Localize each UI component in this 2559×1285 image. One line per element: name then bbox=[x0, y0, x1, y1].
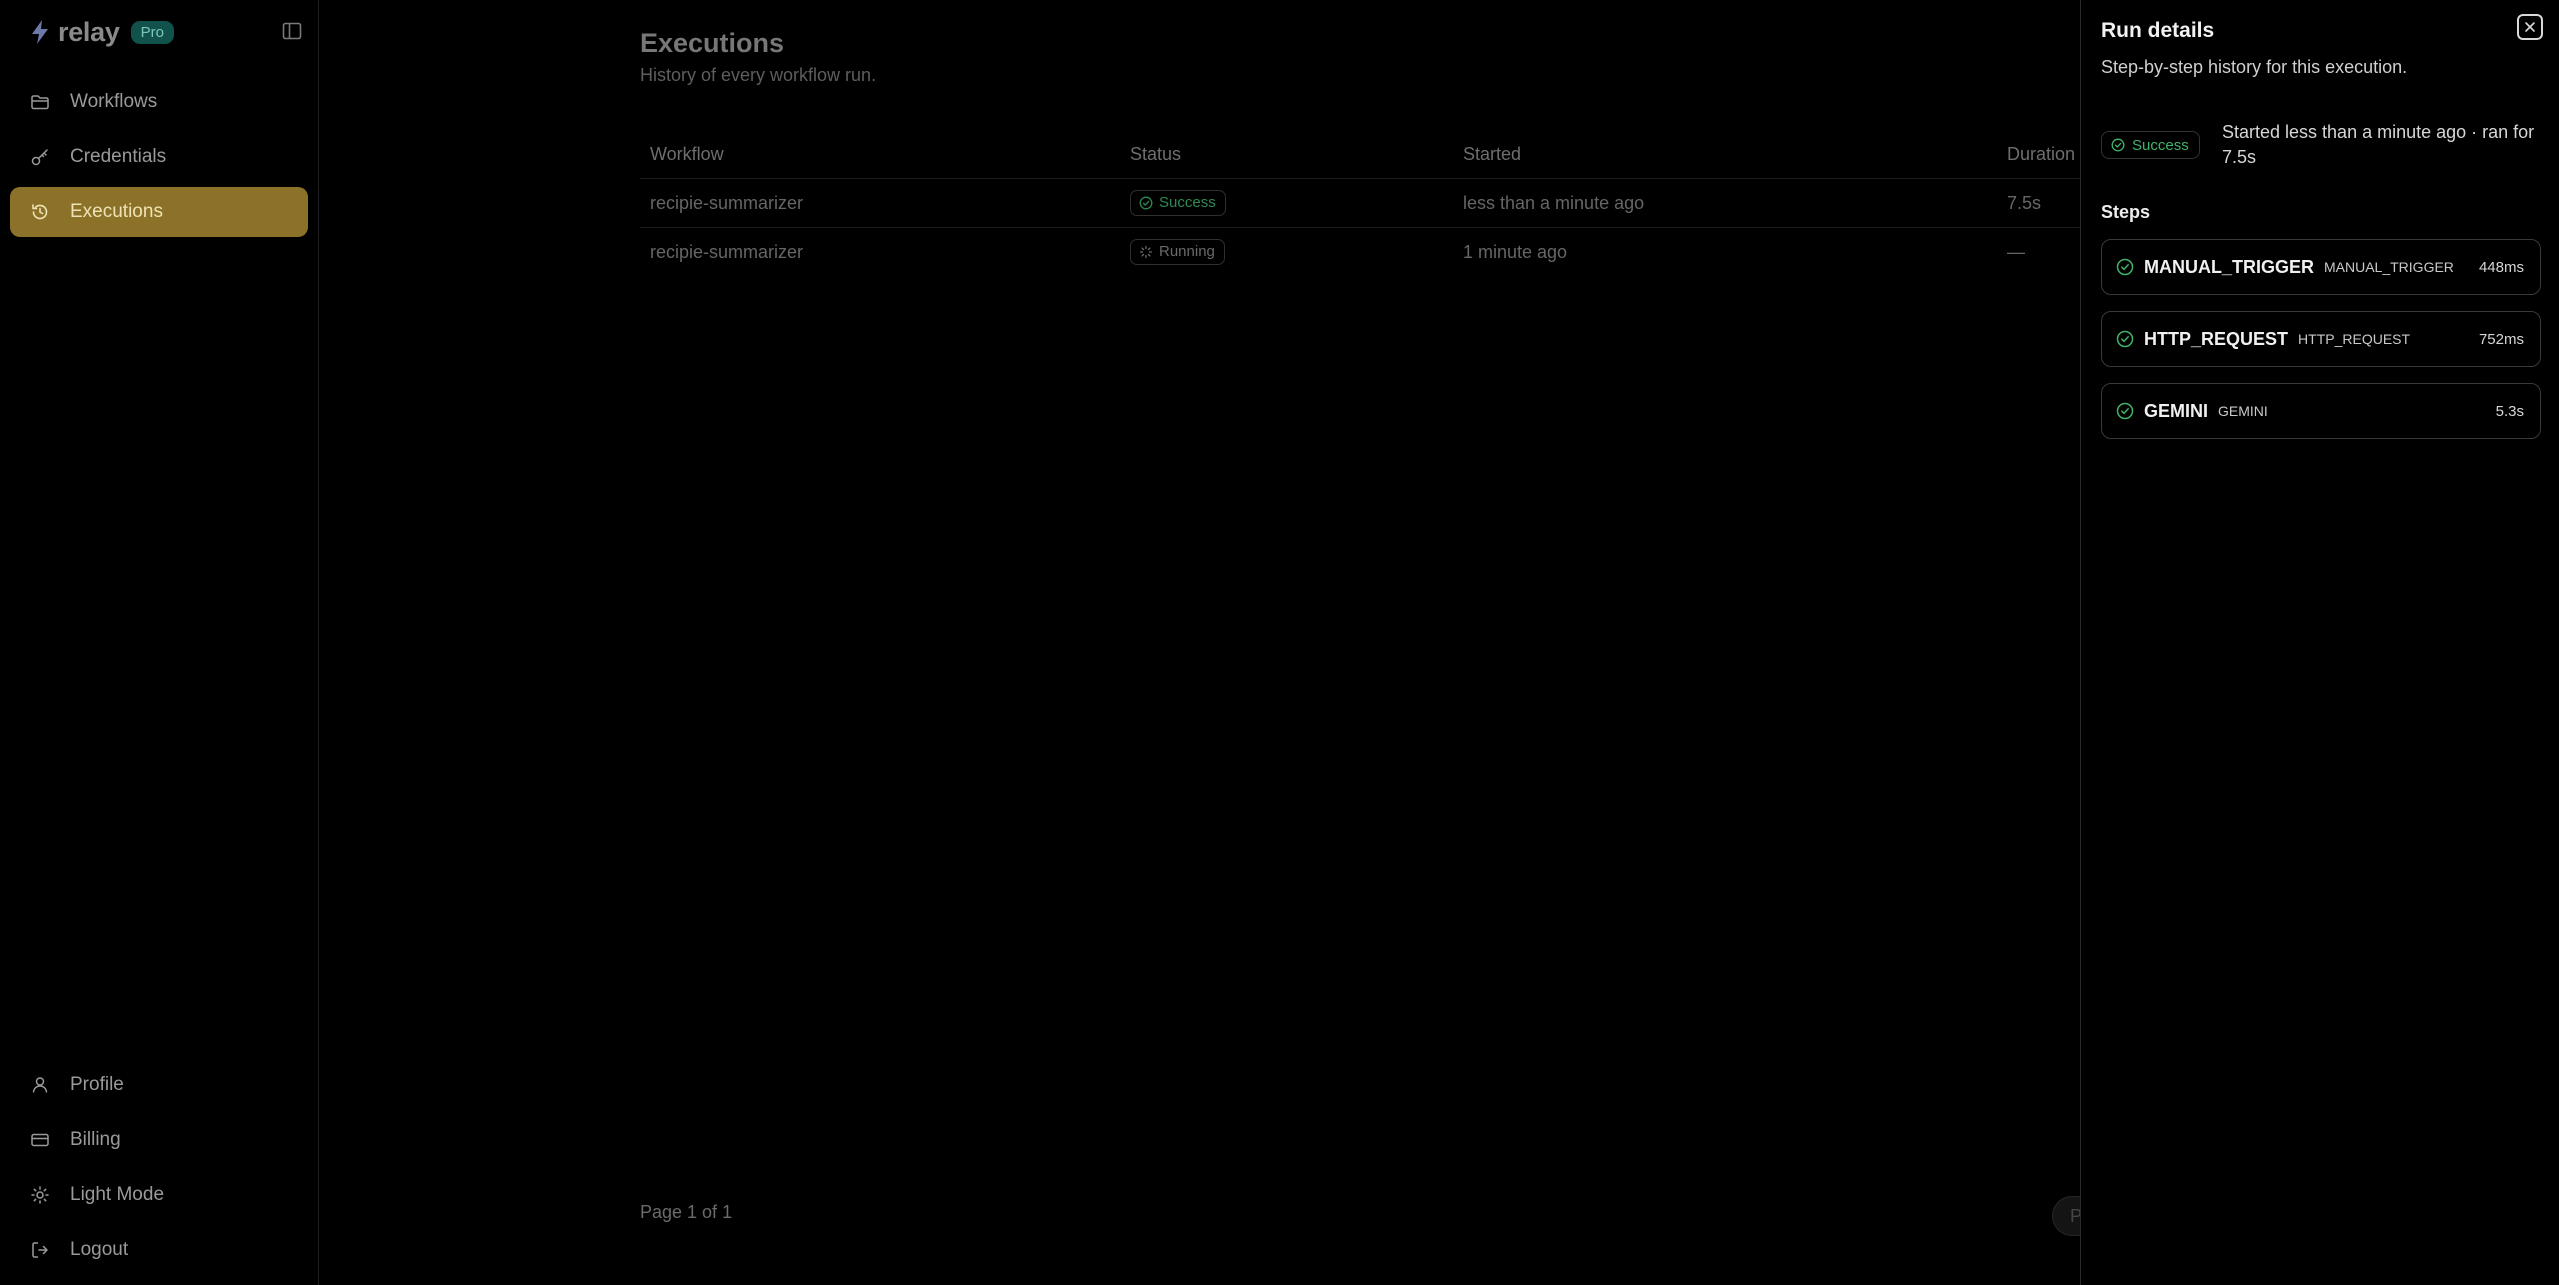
step-name: MANUAL_TRIGGER bbox=[2144, 256, 2314, 277]
step-name: HTTP_REQUEST bbox=[2144, 328, 2289, 349]
history-icon bbox=[30, 202, 50, 222]
pagination-status: Page 1 of 1 bbox=[640, 1202, 733, 1222]
workflow-cell: recipie-summarizer bbox=[650, 193, 804, 213]
drawer-title: Run details bbox=[2101, 19, 2215, 42]
step-type: HTTP_REQUEST bbox=[2298, 331, 2411, 347]
brand-name: relay bbox=[58, 16, 120, 47]
sidebar-toggle-button[interactable] bbox=[281, 20, 303, 42]
column-header-status: Status bbox=[1130, 144, 1182, 164]
sidebar-item-label: Workflows bbox=[70, 91, 158, 112]
drawer-subtitle: Step-by-step history for this execution. bbox=[2101, 57, 2408, 77]
step-type: MANUAL_TRIGGER bbox=[2324, 259, 2454, 275]
sidebar-item-logout[interactable]: Logout bbox=[10, 1225, 308, 1275]
duration-cell: — bbox=[2007, 242, 2025, 262]
check-circle-icon bbox=[2116, 330, 2134, 348]
credit-card-icon bbox=[30, 1130, 50, 1150]
check-circle-icon bbox=[2111, 138, 2132, 152]
table-row[interactable]: recipie-summarizer Success less than a m… bbox=[640, 179, 2080, 228]
page-subtitle: History of every workflow run. bbox=[640, 65, 877, 85]
sidebar: relay Pro Workflows Credentials Executio… bbox=[0, 0, 319, 1285]
executions-table: Workflow Status Started Duration recipie… bbox=[640, 130, 2080, 276]
sidebar-item-light-mode[interactable]: Light Mode bbox=[10, 1170, 308, 1220]
user-icon bbox=[30, 1075, 50, 1095]
sun-icon bbox=[30, 1185, 50, 1205]
sidebar-item-workflows[interactable]: Workflows bbox=[10, 77, 308, 127]
run-summary: Started less than a minute ago · ran for… bbox=[2222, 122, 2535, 167]
table-header: Workflow Status Started Duration bbox=[640, 130, 2080, 179]
duration-cell: 7.5s bbox=[2007, 193, 2042, 213]
step-item[interactable]: GEMINI GEMINI 5.3s bbox=[2101, 383, 2541, 439]
sidebar-item-profile[interactable]: Profile bbox=[10, 1060, 308, 1110]
steps-heading: Steps bbox=[2101, 202, 2151, 222]
logout-icon bbox=[30, 1240, 50, 1260]
main-content: Executions History of every workflow run… bbox=[320, 0, 2112, 1285]
page-title: Executions bbox=[640, 28, 785, 58]
sidebar-item-label: Light Mode bbox=[70, 1184, 165, 1205]
sidebar-item-label: Credentials bbox=[70, 146, 167, 167]
run-status-label: Success bbox=[2132, 136, 2189, 154]
step-item[interactable]: MANUAL_TRIGGER MANUAL_TRIGGER 448ms bbox=[2101, 239, 2541, 295]
check-circle-icon bbox=[2116, 258, 2134, 276]
started-cell: less than a minute ago bbox=[1463, 193, 1645, 213]
sidebar-item-label: Logout bbox=[70, 1239, 129, 1260]
status-badge: Running bbox=[1130, 238, 1225, 265]
plan-badge: Pro bbox=[130, 20, 174, 44]
sidebar-item-billing[interactable]: Billing bbox=[10, 1115, 308, 1165]
step-type: GEMINI bbox=[2218, 403, 2268, 419]
folder-icon bbox=[30, 92, 50, 112]
step-duration: 5.3s bbox=[2495, 402, 2524, 420]
brand[interactable]: relay Pro bbox=[30, 16, 174, 48]
key-icon bbox=[30, 147, 50, 167]
sidebar-item-label: Profile bbox=[70, 1074, 124, 1095]
table-row[interactable]: recipie-summarizer Running 1 minute ago … bbox=[640, 228, 2080, 276]
column-header-duration: Duration bbox=[2007, 144, 2076, 164]
column-header-started: Started bbox=[1463, 144, 1522, 164]
status-label: Success bbox=[1159, 193, 1216, 211]
sidebar-item-label: Billing bbox=[70, 1129, 121, 1150]
status-badge: Success bbox=[1130, 189, 1226, 216]
close-icon bbox=[2524, 21, 2536, 33]
spinner-icon bbox=[1139, 245, 1159, 259]
workflow-cell: recipie-summarizer bbox=[650, 242, 804, 262]
started-cell: 1 minute ago bbox=[1463, 242, 1568, 262]
run-status-badge: Success bbox=[2101, 131, 2200, 159]
run-details-drawer: Run details Step-by-step history for thi… bbox=[2080, 0, 2559, 1285]
check-circle-icon bbox=[1139, 196, 1159, 210]
sidebar-item-credentials[interactable]: Credentials bbox=[10, 132, 308, 182]
step-duration: 752ms bbox=[2478, 330, 2524, 348]
status-label: Running bbox=[1159, 242, 1215, 260]
step-duration: 448ms bbox=[2478, 258, 2524, 276]
sidebar-item-label: Executions bbox=[70, 201, 163, 222]
status-cell: Running bbox=[1130, 228, 1225, 276]
bolt-icon bbox=[30, 19, 50, 45]
sidebar-toggle-icon bbox=[281, 20, 303, 42]
close-drawer-button[interactable] bbox=[2517, 14, 2543, 40]
status-cell: Success bbox=[1130, 179, 1226, 227]
step-name: GEMINI bbox=[2144, 400, 2209, 421]
check-circle-icon bbox=[2116, 402, 2134, 420]
step-item[interactable]: HTTP_REQUEST HTTP_REQUEST 752ms bbox=[2101, 311, 2541, 367]
column-header-workflow: Workflow bbox=[650, 144, 724, 164]
sidebar-item-executions[interactable]: Executions bbox=[10, 187, 308, 237]
